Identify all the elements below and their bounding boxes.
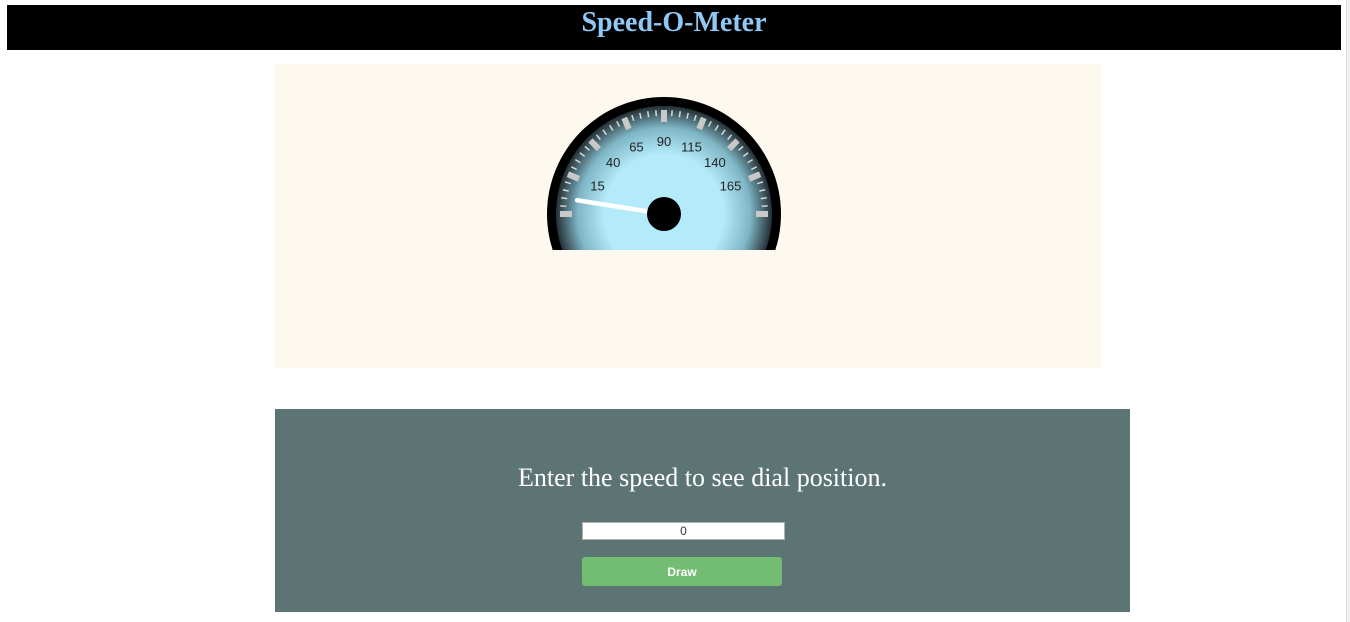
header-bar: Speed-O-Meter	[7, 5, 1341, 50]
major-tick	[747, 171, 762, 182]
tick-label: 115	[681, 139, 702, 154]
minor-tick	[760, 196, 767, 200]
speedometer-gauge: 1540 65 90 115140 165	[547, 97, 781, 250]
tick-label: 165	[720, 178, 742, 193]
control-panel: Enter the speed to see dial position. Dr…	[275, 409, 1130, 612]
prompt-text: Enter the speed to see dial position.	[518, 463, 887, 492]
minor-tick	[561, 196, 568, 200]
draw-button[interactable]: Draw	[582, 557, 782, 586]
major-tick	[696, 116, 707, 131]
tick-label: 65	[629, 139, 643, 154]
speed-input[interactable]	[582, 522, 785, 540]
page-title: Speed-O-Meter	[581, 7, 767, 38]
tick-label: 15	[590, 178, 604, 193]
major-tick	[621, 116, 632, 131]
speedometer-canvas: 15 40 65 90 115 140 165	[274, 64, 1102, 368]
minor-tick	[646, 111, 650, 118]
needle-hub	[647, 197, 681, 231]
window-scrollbar[interactable]	[1346, 0, 1350, 622]
major-tick	[566, 171, 581, 182]
tick-label: 40	[606, 155, 620, 170]
tick-label: 90	[657, 134, 671, 149]
page: Speed-O-Meter 15 40 65 90 115 140 165 En…	[0, 0, 1350, 622]
tick-label: 140	[704, 155, 726, 170]
minor-tick	[678, 111, 682, 118]
